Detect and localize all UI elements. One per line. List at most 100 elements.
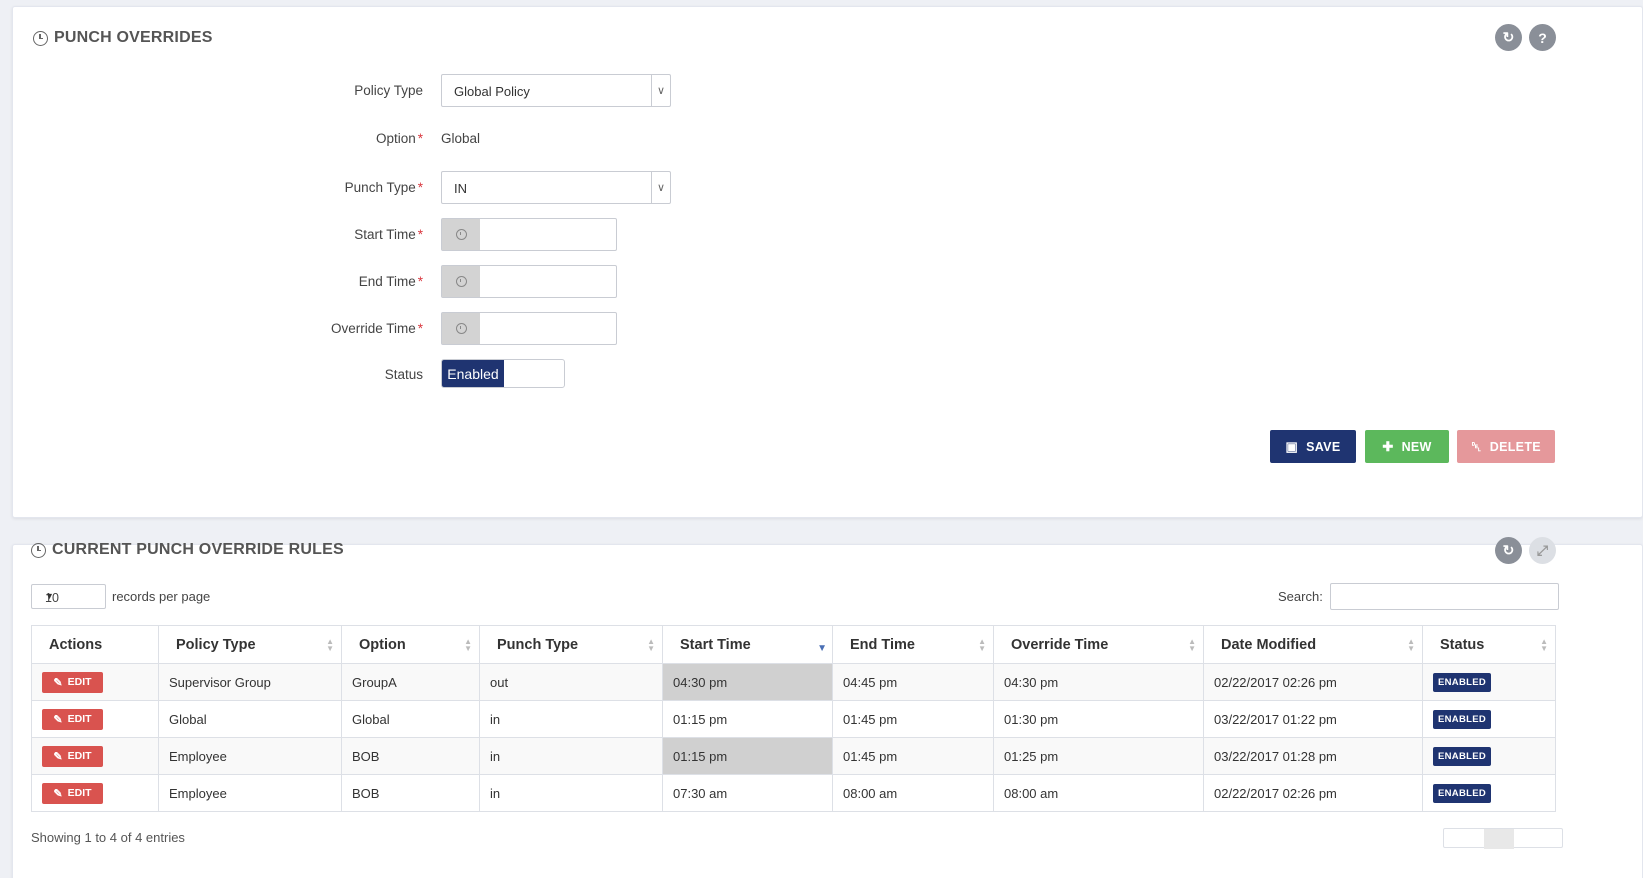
punch-type-cell: in xyxy=(479,774,663,812)
chevron-down-icon: ∨ xyxy=(651,172,670,203)
records-per-page: 10 ▼ records per page xyxy=(31,584,210,609)
clock-icon[interactable] xyxy=(442,219,480,250)
sort-icon: ▲ ▼ xyxy=(1188,637,1196,653)
punch-type-cell: in xyxy=(479,737,663,775)
status-label: Status xyxy=(384,367,423,382)
actions-cell: ✎ EDIT xyxy=(31,700,159,738)
status-toggle[interactable]: Enabled xyxy=(441,359,565,388)
panel-title-text: PUNCH OVERRIDES xyxy=(54,29,213,46)
save-button[interactable]: ▣ SAVE xyxy=(1270,430,1356,463)
edit-button[interactable]: ✎ EDIT xyxy=(42,708,103,730)
clock-icon xyxy=(31,542,46,558)
end-time-label: End Time * xyxy=(358,274,423,289)
start-time-cell: 01:15 pm xyxy=(662,700,833,738)
sort-icon: ▲ ▼ xyxy=(647,637,655,653)
policy-type-row: Policy Type Global Policy ∨ xyxy=(13,74,713,108)
status-cell: ENABLED xyxy=(1422,774,1556,812)
status-cell: ENABLED xyxy=(1422,737,1556,775)
rules-title-text: CURRENT PUNCH OVERRIDE RULES xyxy=(52,541,344,558)
delete-label: DELETE xyxy=(1489,439,1541,454)
override-time-label: Override Time * xyxy=(330,321,423,336)
page-current[interactable] xyxy=(1484,829,1514,849)
start-time-row: Start Time * xyxy=(13,218,713,252)
status-toggle-on: Enabled xyxy=(442,360,504,387)
clock-icon xyxy=(33,30,48,46)
end-time-cell: 01:45 pm xyxy=(832,700,994,738)
policy-type-cell: Employee xyxy=(158,774,342,812)
rules-panel-title: CURRENT PUNCH OVERRIDE RULES xyxy=(31,541,344,559)
policy-type-select[interactable]: Global Policy ∨ xyxy=(441,74,671,107)
page-size-select[interactable]: 10 ▼ xyxy=(31,584,106,609)
table-row: ✎ EDIT Global Global in 01:15 pm 01:45 pm… xyxy=(31,700,1556,738)
punch-type-cell: in xyxy=(479,700,663,738)
search-label: Search: xyxy=(1278,589,1323,604)
policy-type-cell: Global xyxy=(158,700,342,738)
col-status[interactable]: Status ▲ ▼ xyxy=(1422,625,1556,664)
actions-cell: ✎ EDIT xyxy=(31,663,159,701)
option-cell: BOB xyxy=(341,737,480,775)
search-input[interactable] xyxy=(1329,583,1559,610)
refresh-icon[interactable]: ↻ xyxy=(1495,537,1522,564)
punch-type-cell: out xyxy=(479,663,663,701)
punch-type-select[interactable]: IN ∨ xyxy=(441,171,671,204)
col-end-time[interactable]: End Time ▲ ▼ xyxy=(832,625,994,664)
option-cell: Global xyxy=(341,700,480,738)
override-time-cell: 04:30 pm xyxy=(993,663,1204,701)
col-option[interactable]: Option ▲ ▼ xyxy=(341,625,480,664)
start-time-label: Start Time * xyxy=(354,227,423,242)
start-time-input[interactable] xyxy=(441,218,617,251)
date-modified-cell: 03/22/2017 01:28 pm xyxy=(1203,737,1423,775)
help-icon[interactable]: ? xyxy=(1529,24,1556,51)
status-cell: ENABLED xyxy=(1422,663,1556,701)
rules-table: Actions Policy Type ▲ ▼ Option ▲ ▼ Punch Typ… xyxy=(31,625,1556,812)
caret-down-icon: ▼ xyxy=(45,591,54,601)
table-row: ✎ EDIT Employee BOB in 07:30 am 08:00 am … xyxy=(31,774,1556,812)
sort-desc-icon: ▼ xyxy=(817,643,827,654)
new-button[interactable]: ✚ NEW xyxy=(1365,430,1449,463)
col-date-modified[interactable]: Date Modified ▲ ▼ xyxy=(1203,625,1423,664)
expand-icon[interactable]: ⤢ xyxy=(1529,537,1556,564)
clock-icon[interactable] xyxy=(442,266,480,297)
clock-icon[interactable] xyxy=(442,313,480,344)
delete-button[interactable]: ␡ DELETE xyxy=(1457,430,1555,463)
edit-button[interactable]: ✎ EDIT xyxy=(42,782,103,804)
edit-icon: ✎ xyxy=(53,676,63,689)
policy-type-value: Global Policy xyxy=(454,84,530,99)
pagination[interactable] xyxy=(1443,828,1563,849)
end-time-cell: 04:45 pm xyxy=(832,663,994,701)
override-time-cell: 01:30 pm xyxy=(993,700,1204,738)
col-override-time[interactable]: Override Time ▲ ▼ xyxy=(993,625,1204,664)
refresh-icon[interactable]: ↻ xyxy=(1495,24,1522,51)
punch-type-value: IN xyxy=(454,181,467,196)
status-cell: ENABLED xyxy=(1422,700,1556,738)
date-modified-cell: 03/22/2017 01:22 pm xyxy=(1203,700,1423,738)
edit-icon: ✎ xyxy=(53,787,63,800)
end-time-cell: 08:00 am xyxy=(832,774,994,812)
override-time-input[interactable] xyxy=(441,312,617,345)
table-row: ✎ EDIT Employee BOB in 01:15 pm 01:45 pm … xyxy=(31,737,1556,775)
edit-icon: ✎ xyxy=(53,750,63,763)
punch-type-label: Punch Type * xyxy=(344,180,423,195)
sort-icon: ▲ ▼ xyxy=(1407,637,1415,653)
sort-icon: ▲ ▼ xyxy=(464,637,472,653)
edit-icon: ✎ xyxy=(53,713,63,726)
sort-icon: ▲ ▼ xyxy=(978,637,986,653)
col-start-time[interactable]: Start Time ▼ xyxy=(662,625,833,664)
edit-button[interactable]: ✎ EDIT xyxy=(42,671,103,693)
punch-type-row: Punch Type * IN ∨ xyxy=(13,171,713,205)
option-cell: GroupA xyxy=(341,663,480,701)
status-badge: ENABLED xyxy=(1433,783,1492,803)
override-time-cell: 08:00 am xyxy=(993,774,1204,812)
end-time-row: End Time * xyxy=(13,265,713,299)
option-row: Option * Global xyxy=(13,122,713,156)
col-policy-type[interactable]: Policy Type ▲ ▼ xyxy=(158,625,342,664)
end-time-input[interactable] xyxy=(441,265,617,298)
status-badge: ENABLED xyxy=(1433,672,1492,692)
status-badge: ENABLED xyxy=(1433,746,1492,766)
col-punch-type[interactable]: Punch Type ▲ ▼ xyxy=(479,625,663,664)
override-time-row: Override Time * xyxy=(13,312,713,346)
sort-icon: ▲ ▼ xyxy=(326,637,334,653)
edit-button[interactable]: ✎ EDIT xyxy=(42,745,103,767)
option-label: Option * xyxy=(375,131,423,146)
actions-cell: ✎ EDIT xyxy=(31,737,159,775)
